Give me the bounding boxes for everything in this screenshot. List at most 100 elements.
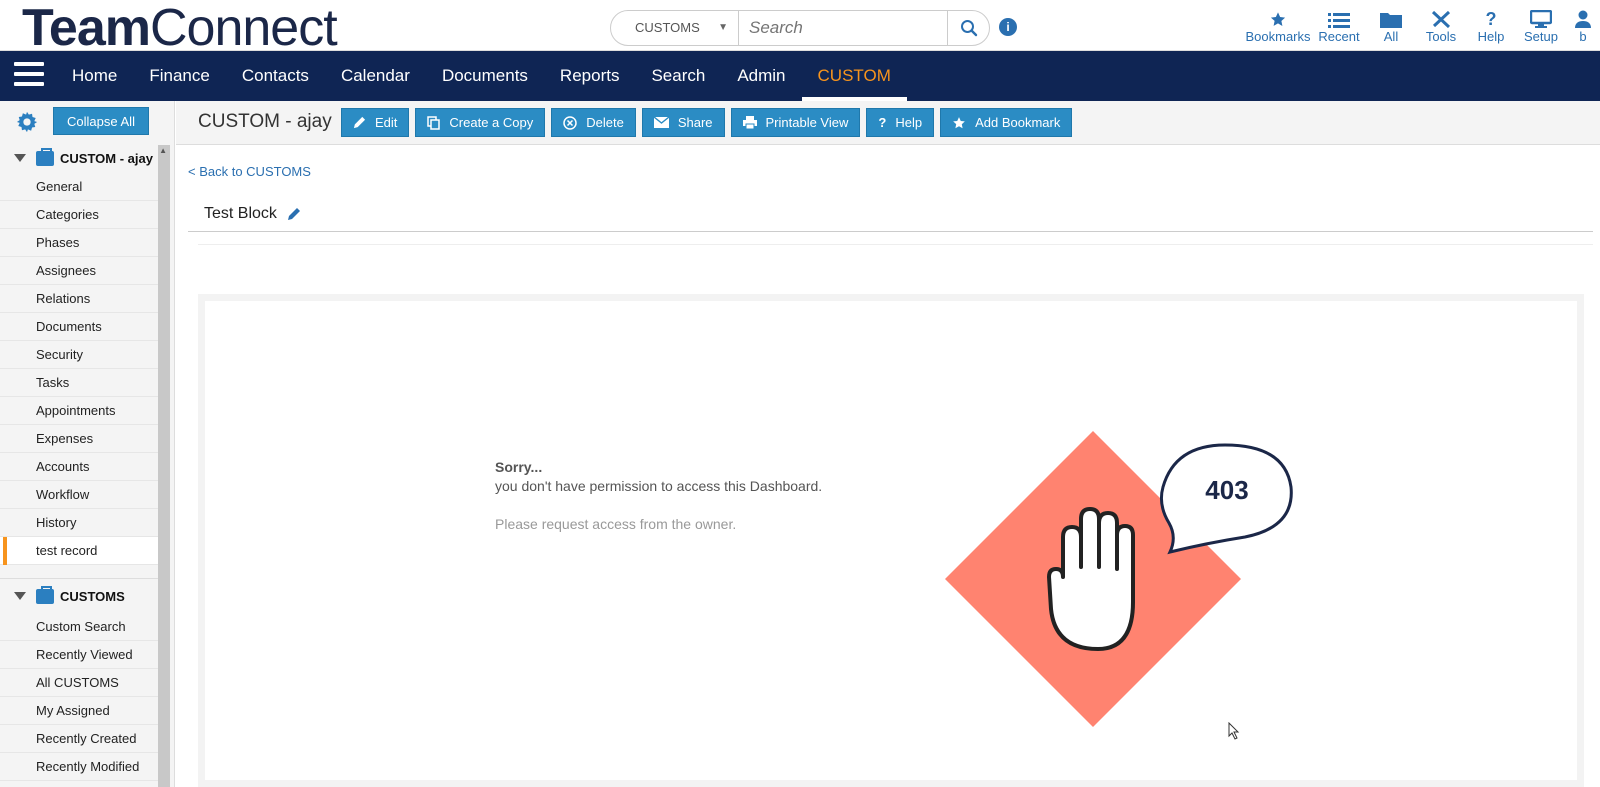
tool-label: Bookmarks xyxy=(1245,29,1311,44)
dashboard-panel: Sorry... you don't have permission to ac… xyxy=(198,294,1584,787)
help-button[interactable]: ? Help xyxy=(866,108,935,137)
sidebar-item-history[interactable]: History xyxy=(0,509,158,537)
mouse-cursor-icon xyxy=(1228,722,1240,740)
sidebar-item-recently-viewed[interactable]: Recently Viewed xyxy=(0,641,158,669)
sidebar-item-test-record[interactable]: test record xyxy=(0,537,158,565)
sidebar-item-workflow[interactable]: Workflow xyxy=(0,481,158,509)
error-message: you don't have permission to access this… xyxy=(495,478,823,494)
question-icon: ? xyxy=(878,115,887,130)
error-code: 403 xyxy=(1205,475,1248,505)
add-bookmark-button[interactable]: Add Bookmark xyxy=(940,108,1073,137)
hamburger-menu-icon[interactable] xyxy=(14,62,44,90)
divider xyxy=(188,231,1593,232)
permission-message: Sorry... you don't have permission to ac… xyxy=(495,459,822,532)
nav-contacts[interactable]: Contacts xyxy=(226,51,325,101)
recent-tool[interactable]: Recent xyxy=(1312,8,1366,48)
sidebar-item-all-customs[interactable]: All CUSTOMS xyxy=(0,669,158,697)
help-tool[interactable]: ? Help xyxy=(1466,8,1516,48)
search-icon xyxy=(960,20,977,37)
sidebar-section-record[interactable]: CUSTOM - ajay xyxy=(0,143,174,173)
nav-custom[interactable]: CUSTOM xyxy=(801,51,908,101)
briefcase-icon xyxy=(36,585,54,604)
tool-label: Help xyxy=(1477,29,1505,44)
button-label: Help xyxy=(895,115,923,130)
section-title: CUSTOMS xyxy=(60,588,125,604)
back-link[interactable]: < Back to CUSTOMS xyxy=(188,164,311,179)
search-scope-dropdown[interactable]: CUSTOMS ▼ xyxy=(611,11,739,45)
bookmarks-tool[interactable]: Bookmarks xyxy=(1244,8,1312,48)
nav-home[interactable]: Home xyxy=(56,51,133,101)
sidebar-item-relations[interactable]: Relations xyxy=(0,285,158,313)
button-label: Printable View xyxy=(765,115,849,130)
edit-button[interactable]: Edit xyxy=(341,108,410,137)
nav-search[interactable]: Search xyxy=(635,51,721,101)
setup-tool[interactable]: Setup xyxy=(1516,8,1566,48)
sidebar-item-my-assigned[interactable]: My Assigned xyxy=(0,697,158,725)
sidebar-item-categories[interactable]: Categories xyxy=(0,201,158,229)
button-label: Add Bookmark xyxy=(975,115,1061,130)
delete-button[interactable]: Delete xyxy=(551,108,636,137)
create-copy-button[interactable]: Create a Copy xyxy=(415,108,546,137)
nav-admin[interactable]: Admin xyxy=(721,51,801,101)
nav-reports[interactable]: Reports xyxy=(544,51,636,101)
all-tool[interactable]: All xyxy=(1366,8,1416,48)
dashboard-content: Sorry... you don't have permission to ac… xyxy=(205,301,1577,780)
tool-label: b xyxy=(1579,29,1587,44)
copy-icon xyxy=(427,115,441,130)
sidebar-item-appointments[interactable]: Appointments xyxy=(0,397,158,425)
sidebar-item-custom-search[interactable]: Custom Search xyxy=(0,613,158,641)
star-icon xyxy=(953,116,965,128)
block-title-text: Test Block xyxy=(204,205,277,222)
main-nav: Home Finance Contacts Calendar Documents… xyxy=(0,51,1600,101)
monitor-icon xyxy=(1530,10,1552,28)
expand-triangle-icon xyxy=(14,154,26,162)
caret-down-icon: ▼ xyxy=(718,22,728,33)
block-title: Test Block xyxy=(204,205,301,223)
delete-icon xyxy=(563,115,577,130)
top-header: TeamConnect CUSTOMS ▼ i Bookmarks Recent… xyxy=(0,0,1600,57)
search-input[interactable] xyxy=(741,11,946,45)
sidebar-item-recently-created[interactable]: Recently Created xyxy=(0,725,158,753)
list-icon xyxy=(1328,13,1350,28)
search-button[interactable] xyxy=(947,11,989,45)
star-icon xyxy=(1270,12,1286,26)
sidebar-divider xyxy=(0,565,158,579)
tools-tool[interactable]: Tools xyxy=(1416,8,1466,48)
sidebar-item-assignees[interactable]: Assignees xyxy=(0,257,158,285)
sidebar-item-recently-modified[interactable]: Recently Modified xyxy=(0,753,158,781)
printer-icon xyxy=(742,116,757,129)
collapse-all-button[interactable]: Collapse All xyxy=(53,107,149,135)
pencil-icon xyxy=(353,116,366,129)
question-icon: ? xyxy=(1485,9,1497,29)
logo-text-light: Connect xyxy=(149,0,338,57)
user-tool[interactable]: b xyxy=(1566,8,1600,48)
edit-pencil-icon[interactable] xyxy=(287,207,301,221)
tool-label: Tools xyxy=(1425,29,1457,44)
sidebar-item-documents[interactable]: Documents xyxy=(0,313,158,341)
briefcase-icon xyxy=(36,147,54,166)
sidebar-item-phases[interactable]: Phases xyxy=(0,229,158,257)
sidebar-item-security[interactable]: Security xyxy=(0,341,158,369)
sidebar-item-tasks[interactable]: Tasks xyxy=(0,369,158,397)
sidebar-item-accounts[interactable]: Accounts xyxy=(0,453,158,481)
nav-documents[interactable]: Documents xyxy=(426,51,544,101)
folder-icon xyxy=(1380,13,1402,28)
sidebar-scrollbar[interactable] xyxy=(158,145,170,787)
button-label: Create a Copy xyxy=(449,115,534,130)
printable-view-button[interactable]: Printable View xyxy=(730,108,861,137)
user-icon xyxy=(1575,10,1591,28)
sidebar-item-general[interactable]: General xyxy=(0,173,158,201)
record-toolbar: CUSTOM - ajay Edit Create a Copy Delete … xyxy=(176,101,1600,145)
logo-text-bold: Team xyxy=(22,0,151,57)
share-button[interactable]: Share xyxy=(641,108,725,137)
gear-icon[interactable] xyxy=(16,111,38,133)
sidebar-item-expenses[interactable]: Expenses xyxy=(0,425,158,453)
nav-finance[interactable]: Finance xyxy=(133,51,225,101)
info-icon[interactable]: i xyxy=(999,18,1017,36)
teamconnect-logo[interactable]: TeamConnect xyxy=(22,0,338,57)
tool-label: Setup xyxy=(1524,29,1558,44)
divider xyxy=(198,244,1593,245)
tool-label: Recent xyxy=(1318,29,1360,44)
nav-calendar[interactable]: Calendar xyxy=(325,51,426,101)
sidebar-section-customs[interactable]: CUSTOMS xyxy=(0,579,174,613)
